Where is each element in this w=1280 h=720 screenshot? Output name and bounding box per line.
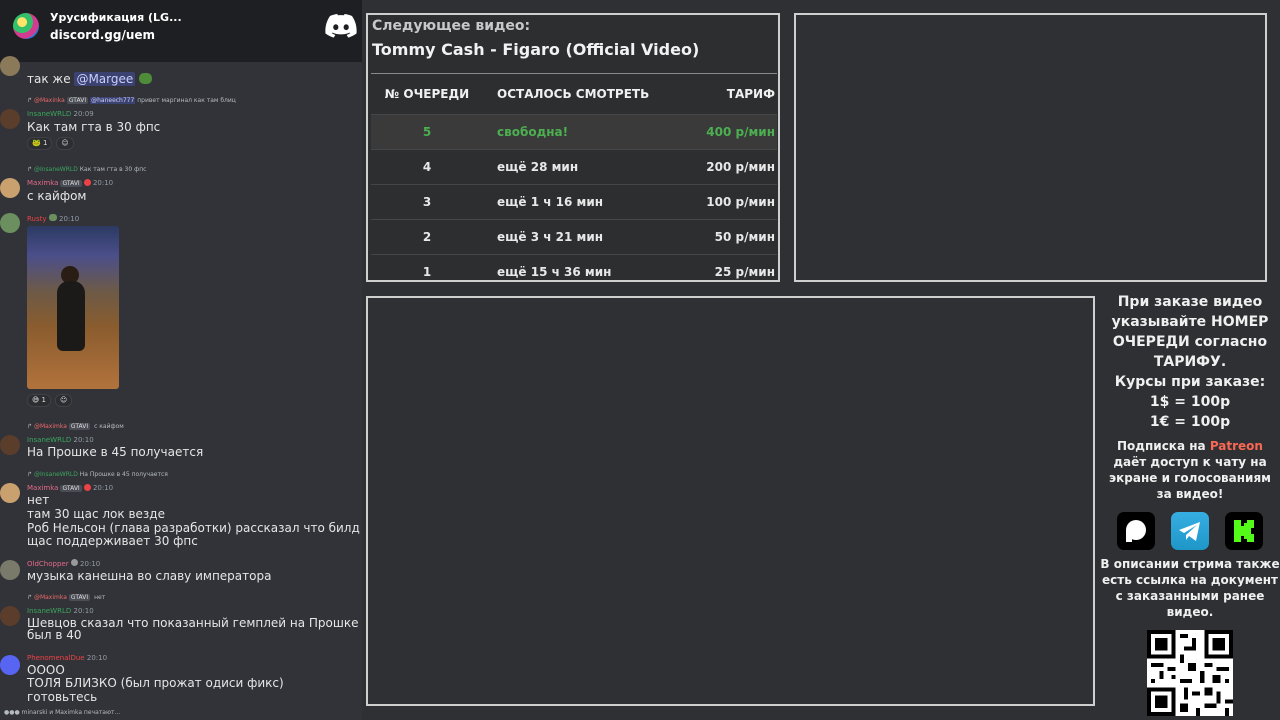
info-column: При заказе видео указывайте НОМЕР ОЧЕРЕД… <box>1100 292 1280 716</box>
message-header: PhenomenalDue 20:10 <box>27 654 108 662</box>
patreon-icon[interactable] <box>1117 512 1155 550</box>
message-header: OldChopper 20:10 <box>27 559 101 568</box>
message-header: Rusty 20:10 <box>27 214 80 223</box>
avatar <box>0 435 20 455</box>
message-header: InsaneWRLD 20:10 <box>27 607 94 615</box>
avatar <box>0 606 20 626</box>
reply-preview[interactable]: ↱ @Maximka GTAVI нет <box>27 594 105 601</box>
username[interactable]: Rusty <box>27 215 47 223</box>
message-header: Maximka GTAVI 20:10 <box>27 484 114 492</box>
subscription-info: Подписка на Patreon даёт доступ к чату н… <box>1109 439 1271 501</box>
message-text: с кайфом <box>27 189 87 203</box>
server-icon <box>13 13 39 39</box>
header-tariff: ТАРИФ <box>726 87 775 101</box>
reactions: 🐸 1 ☺ <box>27 137 74 150</box>
username[interactable]: InsaneWRLD <box>27 607 71 615</box>
telegram-icon[interactable] <box>1171 512 1209 550</box>
description-note: В описании стрима также есть ссылка на д… <box>1100 557 1280 619</box>
message-line: ТОЛЯ БЛИЗКО (был прожат одиси фикс) <box>27 676 284 690</box>
avatar <box>0 483 20 503</box>
message-line: был в 40 <box>27 628 82 642</box>
discord-default-avatar <box>0 655 20 675</box>
avatar <box>0 213 20 233</box>
username[interactable]: Maximka <box>27 484 58 492</box>
reply-preview[interactable]: ↱ @Maxinka GTAVI @haneech777 привет маргин… <box>27 97 236 104</box>
queue-row: 5 свободна! 400 р/мин <box>371 114 777 149</box>
message-line: щас поддерживает 30 фпс <box>27 534 198 548</box>
username[interactable]: OldChopper <box>27 560 69 568</box>
typing-indicator: ●●● minarski и Maximka печатают... <box>4 709 121 716</box>
emoji-icon <box>70 559 78 566</box>
message-header: Maximka GTAVI 20:10 <box>27 179 114 187</box>
attached-photo[interactable] <box>27 226 119 389</box>
social-icons <box>1100 512 1280 550</box>
frog-emoji-icon <box>139 73 153 84</box>
video-frame <box>366 296 1095 706</box>
emoji-icon <box>48 214 57 221</box>
next-video-title: Tommy Cash - Figaro (Official Video) <box>372 40 700 59</box>
reaction-pill[interactable]: 😅 1 <box>27 394 51 407</box>
avatar <box>0 178 20 198</box>
username[interactable]: PhenomenalDue <box>27 654 85 662</box>
message-text: На Прошке в 45 получается <box>27 445 204 459</box>
queue-row: 1 ещё 15 ч 36 мин 25 р/мин <box>371 254 777 289</box>
add-reaction-icon[interactable]: ☺ <box>55 394 73 407</box>
header-queue-number: № ОЧЕРЕДИ <box>384 87 470 101</box>
reply-preview[interactable]: ↱ @InsaneWRLD На Прошке в 45 получается <box>27 471 168 478</box>
message-header: InsaneWRLD 20:10 <box>27 436 94 444</box>
webcam-frame <box>794 13 1267 282</box>
queue-row: 3 ещё 1 ч 16 мин 100 р/мин <box>371 184 777 219</box>
photo-subject <box>57 281 85 351</box>
reply-preview[interactable]: ↱ @Maximka GTAVI с кайфом <box>27 423 124 430</box>
reaction-pill[interactable]: 🐸 1 <box>27 137 53 150</box>
kick-icon[interactable] <box>1225 512 1263 550</box>
status-icon <box>83 179 91 186</box>
message-header: InsaneWRLD 20:09 <box>27 110 94 118</box>
queue-table: № ОЧЕРЕДИ ОСТАЛОСЬ СМОТРЕТЬ ТАРИФ 5 своб… <box>371 73 777 289</box>
queue-row: 2 ещё 3 ч 21 мин 50 р/мин <box>371 219 777 254</box>
message-line: готовьтесь <box>27 690 98 704</box>
queue-panel: Следующее видео: Tommy Cash - Figaro (Of… <box>366 13 780 282</box>
next-video-label: Следующее видео: <box>372 18 531 34</box>
user-mention[interactable]: @Margee <box>74 72 136 86</box>
qr-code[interactable] <box>1147 630 1233 716</box>
server-name: Урусификация (LG... <box>50 11 182 24</box>
message-line: нет <box>27 493 50 507</box>
avatar <box>0 560 20 580</box>
patreon-link[interactable]: Patreon <box>1210 439 1263 453</box>
discord-icon <box>325 14 357 38</box>
add-reaction-icon[interactable]: ☺ <box>56 137 74 150</box>
queue-row: 4 ещё 28 мин 200 р/мин <box>371 149 777 184</box>
rates-block: Курсы при заказе: 1$ = 100р 1€ = 100р <box>1114 374 1266 430</box>
username[interactable]: Maximka <box>27 179 58 187</box>
queue-table-header: № ОЧЕРЕДИ ОСТАЛОСЬ СМОТРЕТЬ ТАРИФ <box>371 74 777 114</box>
avatar <box>0 56 20 76</box>
username[interactable]: InsaneWRLD <box>27 436 71 444</box>
message-text: Как там гта в 30 фпс <box>27 120 161 134</box>
status-icon <box>83 484 91 491</box>
header-time-left: ОСТАЛОСЬ СМОТРЕТЬ <box>497 87 650 101</box>
reactions: 😅 1 ☺ <box>27 394 73 407</box>
username[interactable]: InsaneWRLD <box>27 110 71 118</box>
reply-preview[interactable]: ↱ @InsaneWRLD Как там гта в 30 фпс <box>27 166 146 173</box>
avatar <box>0 109 20 129</box>
server-invite[interactable]: discord.gg/uem <box>50 28 155 42</box>
message-line: там 30 щас лок везде <box>27 507 165 521</box>
order-instructions: При заказе видео указывайте НОМЕР ОЧЕРЕД… <box>1111 294 1269 370</box>
discord-chat-overlay: Урусификация (LG... discord.gg/uem так ж… <box>0 0 362 720</box>
message-text: так же @Margee <box>27 72 153 86</box>
message-text: музыка канешна во славу императора <box>27 569 272 583</box>
server-header[interactable]: Урусификация (LG... discord.gg/uem <box>0 0 362 62</box>
